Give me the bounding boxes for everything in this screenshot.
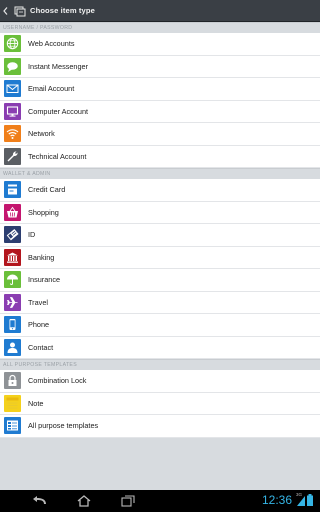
status-indicators: 3G [296, 492, 316, 507]
chat-bubble-icon [4, 57, 21, 75]
list-item-label: Technical Account [28, 151, 87, 161]
section-header-all-purpose-templates: ALL PURPOSE TEMPLATES [0, 359, 320, 370]
list-item-instant-messenger[interactable]: Instant Messenger [0, 55, 320, 78]
credit-card-icon [4, 181, 21, 199]
list-item-shopping[interactable]: Shopping [0, 201, 320, 224]
sticky-note-icon [4, 394, 21, 412]
list-item-email-account[interactable]: Email Account [0, 78, 320, 101]
system-navigation-bar: 12:36 3G [0, 490, 320, 512]
list-item-travel[interactable]: Travel [0, 291, 320, 314]
list-item-label: Travel [28, 297, 49, 307]
list-item-label: All purpose templates [28, 421, 99, 431]
recent-apps-icon [121, 495, 135, 507]
list-item-insurance[interactable]: Insurance [0, 269, 320, 292]
list-item-web-accounts[interactable]: Web Accounts [0, 33, 320, 56]
list-item-label: Credit Card [28, 185, 66, 195]
wrench-icon [4, 147, 21, 165]
section-all-purpose-templates: Combination Lock Note All purpose template… [0, 370, 320, 438]
list-item-label: Insurance [28, 275, 61, 285]
list-item-all-purpose-templates[interactable]: All purpose templates [0, 415, 320, 438]
list-item-computer-account[interactable]: Computer Account [0, 100, 320, 123]
list-item-label: Computer Account [28, 106, 89, 116]
shopping-basket-icon [4, 203, 21, 221]
monitor-icon [4, 102, 21, 120]
section-header-username-password: USERNAME / PASSWORD [0, 22, 320, 33]
recent-apps-button[interactable] [118, 494, 138, 508]
list-item-label: ID [28, 230, 36, 240]
bank-icon [4, 248, 21, 266]
person-icon [4, 338, 21, 356]
app-icon [14, 6, 26, 16]
template-icon [4, 417, 21, 435]
home-icon [77, 495, 91, 507]
item-type-list: USERNAME / PASSWORD Web Accounts Instant … [0, 22, 320, 438]
back-arrow-icon [33, 496, 46, 504]
section-header-wallet-admin: WALLET & ADMIN [0, 168, 320, 179]
list-item-technical-account[interactable]: Technical Account [0, 145, 320, 168]
list-item-contact[interactable]: Contact [0, 336, 320, 359]
battery-icon [307, 494, 313, 506]
list-item-label: Combination Lock [28, 376, 87, 386]
section-username-password: Web Accounts Instant Messenger Email Accou… [0, 33, 320, 168]
airplane-icon [4, 293, 21, 311]
wifi-icon [4, 125, 21, 143]
list-item-phone[interactable]: Phone [0, 314, 320, 337]
status-clock: 12:36 [262, 493, 293, 507]
list-item-label: Email Account [28, 84, 75, 94]
padlock-icon [4, 372, 21, 390]
list-item-credit-card[interactable]: Credit Card [0, 179, 320, 202]
list-item-label: Web Accounts [28, 39, 75, 49]
list-item-label: Phone [28, 320, 50, 330]
signal-strength-icon [297, 496, 305, 506]
list-item-label: Banking [28, 252, 55, 262]
phone-icon [4, 316, 21, 334]
back-chevron-icon [3, 6, 8, 15]
list-item-banking[interactable]: Banking [0, 246, 320, 269]
list-item-label: Shopping [28, 207, 59, 217]
up-navigation-button[interactable] [0, 0, 14, 22]
home-button[interactable] [74, 494, 94, 508]
list-item-label: Instant Messenger [28, 61, 89, 71]
id-card-icon [4, 226, 21, 244]
list-item-note[interactable]: Note [0, 392, 320, 415]
envelope-icon [4, 80, 21, 98]
list-item-id[interactable]: ID [0, 224, 320, 247]
action-bar: Choose item type [0, 0, 320, 22]
list-item-combination-lock[interactable]: Combination Lock [0, 370, 320, 393]
umbrella-icon [4, 271, 21, 289]
list-item-label: Note [28, 398, 44, 408]
list-item-label: Contact [28, 342, 54, 352]
globe-icon [4, 35, 21, 53]
list-item-network[interactable]: Network [0, 123, 320, 146]
page-title: Choose item type [30, 6, 95, 15]
list-item-label: Network [28, 129, 55, 139]
section-wallet-admin: Credit Card Shopping ID Banking Insurance Tra… [0, 179, 320, 359]
back-button[interactable] [30, 494, 50, 508]
